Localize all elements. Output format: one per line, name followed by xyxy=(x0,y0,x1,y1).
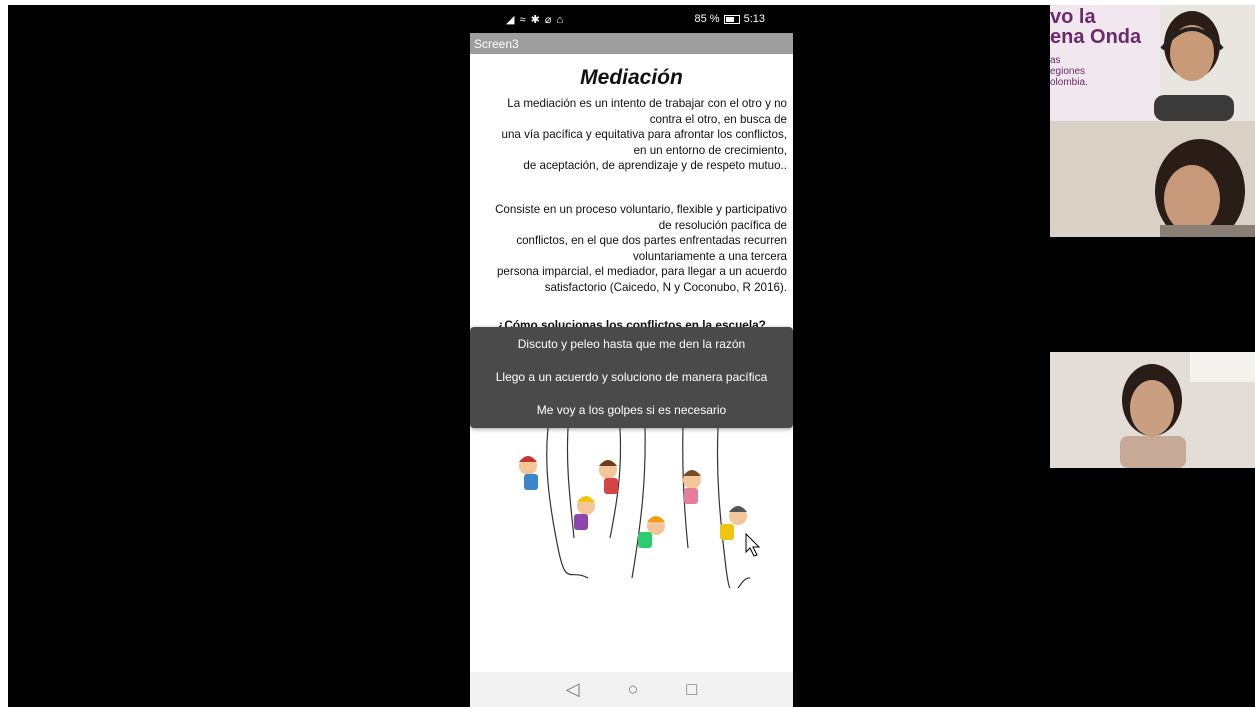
kid-figure xyxy=(519,456,538,490)
participant-video-1: vo la ena Onda as egiones olombia. xyxy=(1050,5,1255,121)
paragraph-line: una vía pacífica y equitativa para afron… xyxy=(501,128,788,142)
screen-title: Screen3 xyxy=(474,36,519,51)
kids-climbing-ropes-illustration xyxy=(519,428,761,588)
battery-icon xyxy=(723,14,740,24)
paragraph-line: Consiste en un proceso voluntario, flexi… xyxy=(495,202,787,216)
paragraph-line: de resolución pacífica de xyxy=(658,218,787,232)
paragraph-process: Consiste en un proceso voluntario, flexi… xyxy=(476,202,787,296)
kid-figure xyxy=(683,470,701,504)
app-title-bar: Screen3 xyxy=(470,33,793,54)
paragraph-line: satisfactorio (Caicedo, N y Coconubo, R … xyxy=(544,280,787,294)
recents-icon[interactable]: □ xyxy=(686,679,697,700)
participant-avatar xyxy=(1050,121,1255,237)
options-popup-menu: Discuto y peleo hasta que me den la razó… xyxy=(470,327,793,428)
paragraph-line: de aceptación, de aprendizaje y de respe… xyxy=(523,159,787,173)
android-nav-bar: ◁ ○ □ xyxy=(470,672,793,707)
clock: 5:13 xyxy=(743,13,765,25)
content-area: Mediación La mediación es un intento de … xyxy=(470,66,793,332)
status-right: 85 % 5:13 xyxy=(695,13,766,25)
paragraph-line: voluntariamente a una tercera xyxy=(632,249,787,263)
paragraph-line: La mediación es un intento de trabajar c… xyxy=(507,97,787,110)
page-title: Mediación xyxy=(580,66,683,89)
paragraph-line: en un entorno de crecimiento, xyxy=(633,143,787,157)
participant-video-3 xyxy=(1050,352,1255,468)
paragraph-definition: La mediación es un intento de trabajar c… xyxy=(476,96,788,174)
battery-percent: 85 % xyxy=(694,13,720,25)
paragraph-line: contra el otro, en busca de xyxy=(649,112,787,126)
kid-figure xyxy=(599,460,618,494)
kid-figure xyxy=(638,516,665,548)
menu-option-fight[interactable]: Me voy a los golpes si es necesario xyxy=(470,393,793,426)
back-icon[interactable]: ◁ xyxy=(566,679,580,700)
paragraph-line: conflictos, en el que dos partes enfrent… xyxy=(516,234,787,248)
kid-figure xyxy=(720,506,747,540)
participant-avatar xyxy=(1050,352,1255,468)
kid-figure xyxy=(574,496,595,530)
mouse-cursor-icon xyxy=(745,532,761,557)
status-bar: ◢ ≈ ✱ ⌀ ⌂ 85 % 5:13 xyxy=(470,5,793,33)
menu-option-argue[interactable]: Discuto y peleo hasta que me den la razó… xyxy=(470,327,793,360)
home-icon[interactable]: ○ xyxy=(628,679,639,700)
participant-avatar xyxy=(1154,5,1255,121)
paragraph-line: persona imparcial, el mediador, para lle… xyxy=(496,265,787,279)
participant-video-2 xyxy=(1050,121,1255,237)
menu-option-agree[interactable]: Llego a un acuerdo y soluciono de manera… xyxy=(470,360,793,393)
status-icons: ◢ ≈ ✱ ⌀ ⌂ xyxy=(506,13,565,26)
